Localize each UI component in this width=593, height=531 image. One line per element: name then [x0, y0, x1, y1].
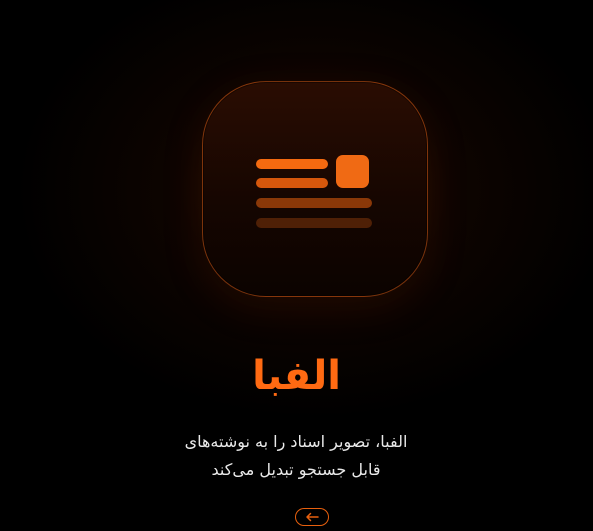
text-line-1	[256, 159, 328, 169]
app-title: الفبا	[252, 353, 341, 399]
text-line-4	[256, 218, 372, 228]
app-icon	[202, 81, 428, 297]
text-line-3	[256, 198, 372, 208]
onboarding-screen: الفبا الفبا، تصویر اسناد را به نوشته‌های…	[0, 0, 593, 531]
image-block	[336, 155, 369, 188]
description-line-1: الفبا، تصویر اسناد را به نوشته‌های	[184, 432, 408, 451]
next-button[interactable]	[295, 508, 329, 526]
app-description: الفبا، تصویر اسناد را به نوشته‌های قابل …	[146, 428, 446, 484]
document-text-icon	[256, 155, 372, 231]
arrow-left-icon	[306, 512, 319, 522]
text-line-2	[256, 178, 328, 188]
description-line-2: قابل جستجو تبدیل می‌کند	[211, 460, 381, 479]
